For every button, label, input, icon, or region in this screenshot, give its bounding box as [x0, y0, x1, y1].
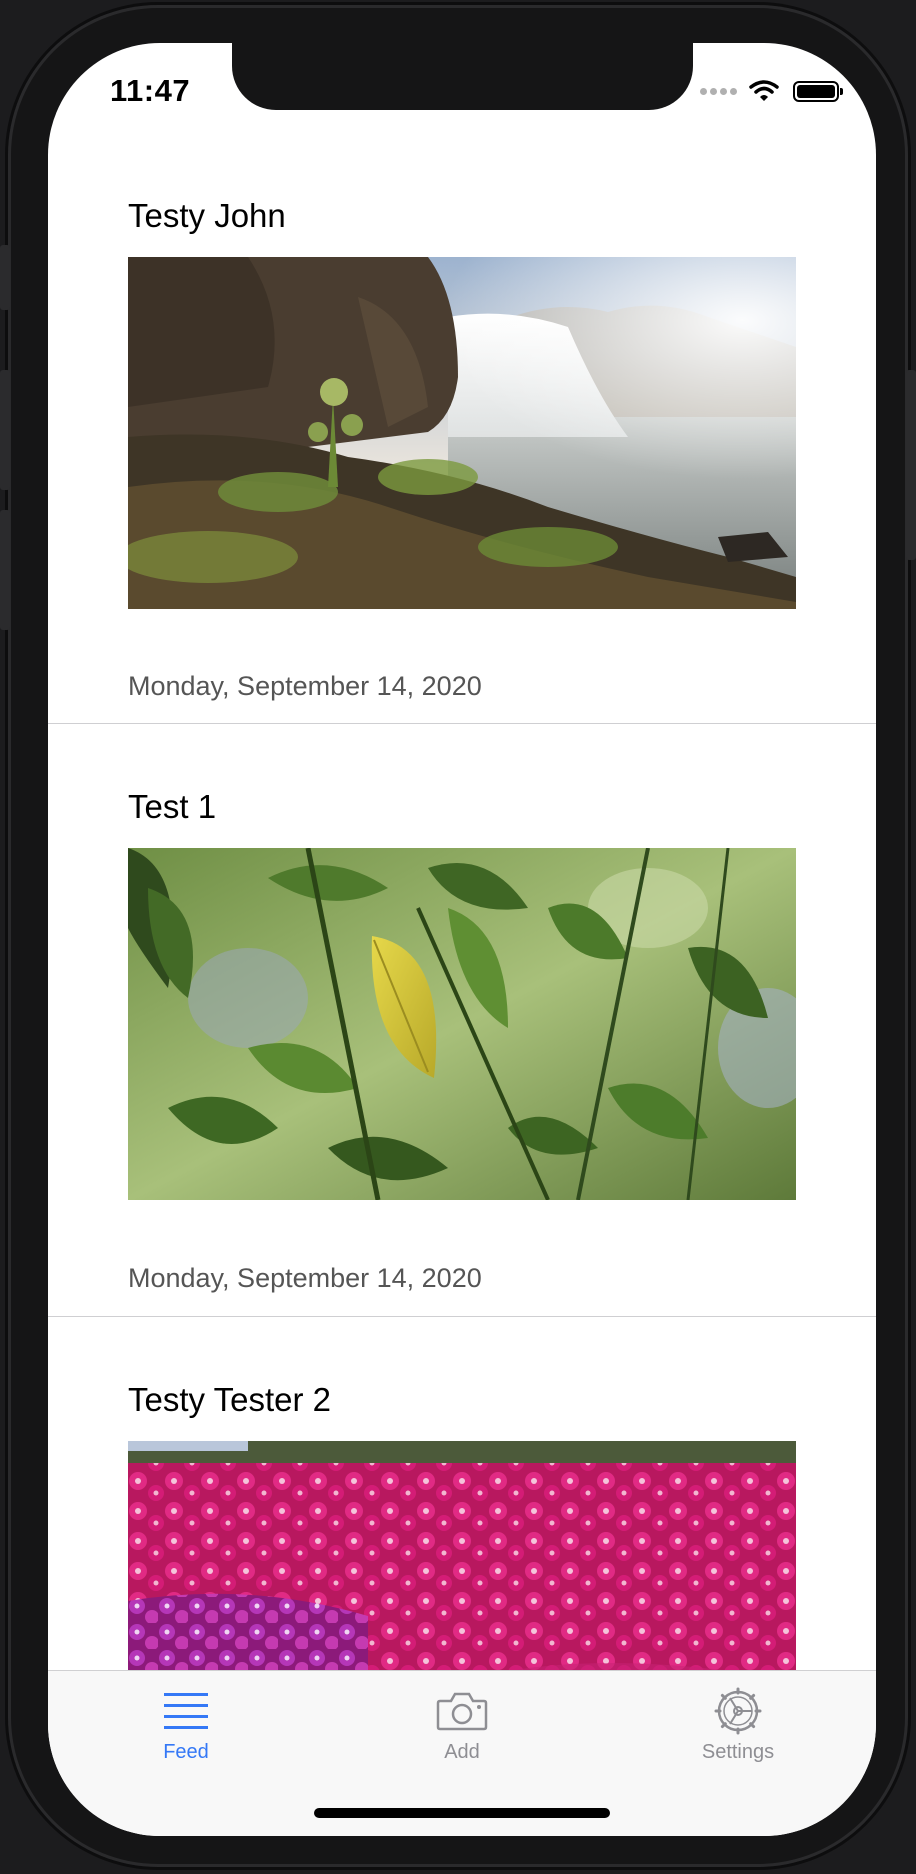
flowers-photo [128, 1441, 796, 1670]
home-indicator[interactable] [314, 1808, 610, 1818]
gear-icon [714, 1687, 762, 1735]
list-item[interactable]: Test 1 Monday, September 14, 2020 [48, 724, 876, 1316]
list-item[interactable]: Testy Tester 2 [48, 1317, 876, 1670]
tab-label: Settings [701, 1741, 775, 1763]
cellular-signal-icon [700, 87, 737, 95]
waterfall-photo [128, 257, 796, 609]
post-date: Monday, September 14, 2020 [128, 1263, 482, 1293]
post-date: Monday, September 14, 2020 [128, 671, 482, 701]
tab-label: Feed [163, 1741, 209, 1763]
battery-icon [793, 80, 843, 102]
side-button [0, 370, 10, 490]
tab-settings[interactable]: Settings [658, 1687, 818, 1764]
list-icon [164, 1693, 208, 1729]
list-item[interactable]: Testy John Monday, September 14, 2020 [48, 43, 876, 723]
post-title: Testy Tester 2 [128, 1381, 331, 1418]
app-screen: Testy John Monday, September 14, 2020 Te… [48, 43, 876, 1836]
post-title: Test 1 [128, 788, 217, 825]
side-button [0, 510, 10, 630]
leaves-photo [128, 848, 796, 1200]
wifi-icon [749, 80, 779, 101]
tab-feed[interactable]: Feed [106, 1687, 266, 1764]
tab-label: Add [444, 1741, 480, 1763]
feed-list[interactable]: Testy John Monday, September 14, 2020 Te… [48, 43, 876, 1670]
side-button [906, 370, 916, 560]
post-title: Testy John [128, 197, 286, 234]
status-time: 11:47 [110, 73, 191, 108]
camera-icon [436, 1692, 488, 1731]
device-notch [232, 43, 693, 110]
status-indicators [700, 78, 843, 104]
tab-add[interactable]: Add [382, 1687, 542, 1764]
side-button [0, 245, 10, 310]
